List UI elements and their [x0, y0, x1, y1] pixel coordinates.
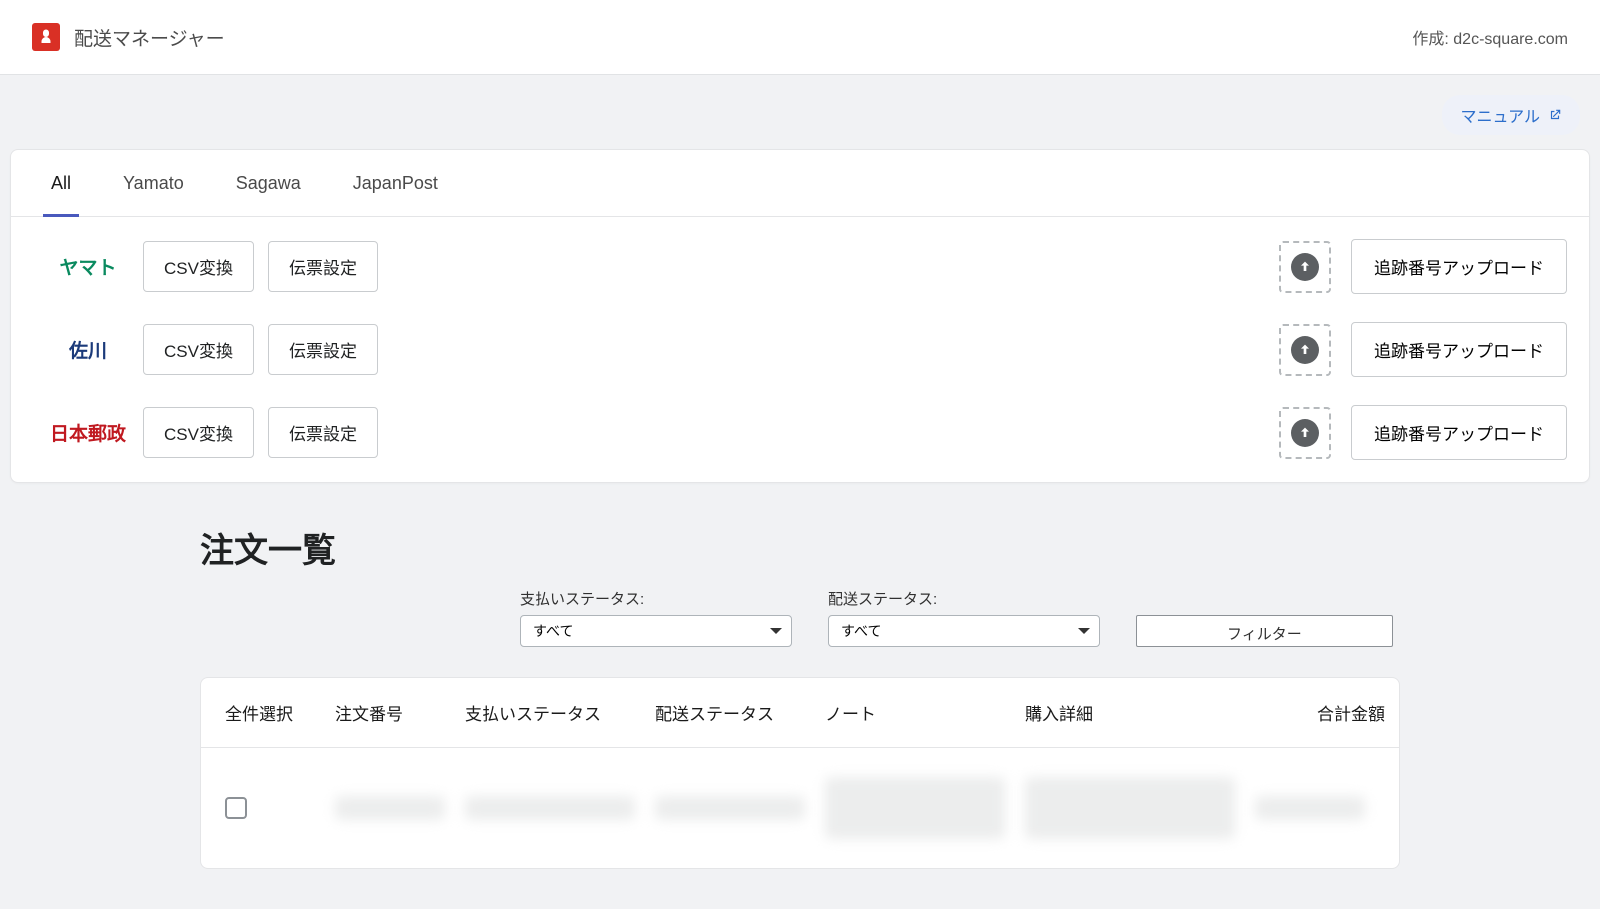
upload-drop-target[interactable] [1279, 407, 1331, 459]
slip-settings-button[interactable]: 伝票設定 [268, 324, 378, 375]
filter-shipping-label: 配送ステータス: [828, 588, 1100, 609]
carriers-card: AllYamatoSagawaJapanPost ヤマトCSV変換伝票設定追跡番… [10, 149, 1590, 483]
csv-convert-button[interactable]: CSV変換 [143, 324, 254, 375]
filter-shipping-select[interactable]: すべて [828, 615, 1100, 647]
row-checkbox[interactable] [225, 797, 247, 819]
tracking-upload-button[interactable]: 追跡番号アップロード [1351, 405, 1567, 460]
carrier-row: 佐川CSV変換伝票設定 追跡番号アップロード [23, 308, 1577, 391]
carrier-row: 日本郵政CSV変換伝票設定 追跡番号アップロード [23, 391, 1577, 474]
app-logo-icon [32, 23, 60, 51]
orders-title: 注文一覧 [200, 523, 1400, 572]
th-total: 合計金額 [1255, 700, 1385, 725]
carrier-name: 佐川 [33, 336, 143, 363]
th-ship-status: 配送ステータス [655, 700, 825, 725]
tab-all[interactable]: All [43, 151, 79, 217]
tab-sagawa[interactable]: Sagawa [228, 151, 309, 217]
upload-drop-target[interactable] [1279, 324, 1331, 376]
app-title: 配送マネージャー [74, 24, 225, 51]
th-purchase: 購入詳細 [1025, 700, 1255, 725]
carrier-row: ヤマトCSV変換伝票設定 追跡番号アップロード [23, 225, 1577, 308]
filter-button[interactable]: フィルター [1136, 615, 1393, 647]
tracking-upload-button[interactable]: 追跡番号アップロード [1351, 322, 1567, 377]
filter-payment-select[interactable]: すべて [520, 615, 792, 647]
tab-yamato[interactable]: Yamato [115, 151, 192, 217]
carrier-name: ヤマト [33, 253, 143, 280]
external-link-icon [1548, 108, 1562, 122]
manual-button[interactable]: マニュアル [1442, 95, 1580, 135]
th-pay-status: 支払いステータス [465, 700, 655, 725]
filter-payment-label: 支払いステータス: [520, 588, 792, 609]
upload-drop-target[interactable] [1279, 241, 1331, 293]
csv-convert-button[interactable]: CSV変換 [143, 241, 254, 292]
upload-arrow-icon [1297, 259, 1313, 275]
upload-arrow-icon [1297, 425, 1313, 441]
upload-arrow-icon [1297, 342, 1313, 358]
orders-table-head: 全件選択 注文番号 支払いステータス 配送ステータス ノート 購入詳細 合計金額 [201, 678, 1399, 748]
th-select-all: 全件選択 [225, 700, 335, 725]
topbar: 配送マネージャー 作成: d2c-square.com [0, 0, 1600, 75]
tracking-upload-button[interactable]: 追跡番号アップロード [1351, 239, 1567, 294]
table-row [201, 748, 1399, 868]
csv-convert-button[interactable]: CSV変換 [143, 407, 254, 458]
tabs-row: All Yamato Sagawa JapanPost [11, 150, 1589, 217]
carrier-name: 日本郵政 [33, 419, 143, 446]
slip-settings-button[interactable]: 伝票設定 [268, 407, 378, 458]
tab-japanpost[interactable]: JapanPost [345, 151, 446, 217]
slip-settings-button[interactable]: 伝票設定 [268, 241, 378, 292]
orders-table: 全件選択 注文番号 支払いステータス 配送ステータス ノート 購入詳細 合計金額 [200, 677, 1400, 869]
th-order-no: 注文番号 [335, 700, 465, 725]
carrier-list: ヤマトCSV変換伝票設定追跡番号アップロード佐川CSV変換伝票設定追跡番号アップ… [11, 217, 1589, 482]
author-label: 作成: d2c-square.com [1412, 25, 1568, 49]
th-note: ノート [825, 700, 1025, 725]
